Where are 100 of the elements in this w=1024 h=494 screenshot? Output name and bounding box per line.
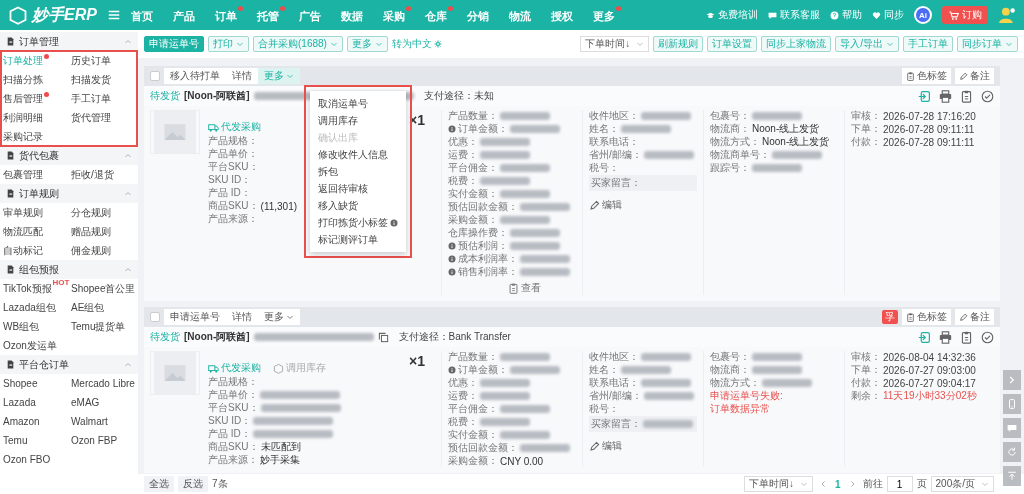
tag-button[interactable]: 备注 — [955, 309, 994, 325]
menu-item[interactable]: 标记测评订单 — [310, 231, 406, 248]
caret-icon — [981, 480, 989, 488]
sidebar-item[interactable]: 物流匹配 — [3, 222, 49, 241]
view-link[interactable]: 查看 — [508, 281, 576, 295]
sidebar-group-header[interactable]: 组包预报 — [0, 260, 138, 279]
floating-tool-button[interactable] — [1003, 394, 1021, 414]
field-label: 付款： — [851, 135, 881, 149]
sidebar-item[interactable]: 手工订单 — [71, 89, 117, 108]
field-label: 实付金额： — [448, 428, 498, 442]
caret-icon — [374, 40, 383, 48]
ai-badge[interactable]: Ai — [914, 6, 932, 24]
page-input[interactable]: 1 — [886, 476, 913, 492]
order-button[interactable]: 订购 — [942, 6, 988, 24]
sidebar-item[interactable]: 扫描发货 — [71, 70, 117, 89]
document-icon — [6, 265, 15, 274]
menu-item[interactable]: 返回待审核 — [310, 180, 406, 197]
sidebar-item[interactable]: Lazada — [3, 393, 42, 412]
sidebar-item[interactable]: AE组包 — [71, 298, 111, 317]
floating-tool-button[interactable] — [1003, 370, 1021, 390]
print-icon — [939, 89, 952, 103]
sidebar-group-header[interactable]: 平台仓订单 — [0, 355, 138, 374]
chat-icon — [768, 10, 777, 20]
sidebar-item[interactable]: 售后管理 — [3, 89, 49, 108]
sidebar-item[interactable]: Shopee首公里 — [71, 279, 138, 298]
field-label: SKU ID： — [208, 173, 252, 187]
menu-item[interactable]: 调用库存 — [310, 112, 406, 129]
hot-label: HOT — [52, 278, 70, 287]
time-value: 2026-07-27 09:03:00 — [883, 364, 976, 376]
floating-tool-button[interactable] — [1003, 418, 1021, 438]
sidebar-item[interactable]: Temu提货单 — [71, 317, 132, 336]
sidebar-item[interactable]: 审单规则 — [3, 203, 49, 222]
floating-tool-button[interactable] — [1003, 442, 1021, 462]
sort-select[interactable]: 下单时间↓ — [743, 476, 813, 492]
edit-link[interactable]: 编辑 — [589, 198, 697, 212]
caret-icon — [124, 265, 132, 274]
invert-selection-button[interactable]: 反选 — [178, 476, 208, 492]
sidebar-item[interactable]: 分仓规则 — [71, 203, 117, 222]
sidebar-group-header[interactable]: 订单规则 — [0, 184, 138, 203]
document-icon — [6, 189, 15, 198]
clipboard-icon — [960, 89, 973, 103]
menu-item[interactable]: 修改收件人信息 — [310, 146, 406, 163]
field-label: 平台SKU： — [208, 401, 259, 415]
checkbox[interactable] — [150, 312, 160, 322]
sidebar-item[interactable]: WB组包 — [3, 317, 46, 336]
store-name: [Noon-阿联酋] — [184, 330, 250, 344]
field-label: 产品规格： — [208, 134, 258, 148]
tag-button[interactable]: 备注 — [955, 68, 994, 84]
sidebar-item[interactable]: 扫描分拣 — [3, 70, 49, 89]
sidebar-item[interactable]: Amazon — [3, 412, 46, 431]
sort-select[interactable]: 下单时间↓ — [580, 36, 650, 52]
select-all-button[interactable]: 全选 — [144, 476, 174, 492]
caret-icon — [124, 37, 132, 46]
upload-icon — [1007, 471, 1017, 481]
tag-button[interactable]: 色标签 — [902, 309, 951, 325]
sidebar-item[interactable]: Ozon发运单 — [3, 336, 63, 355]
page-size-select[interactable]: 200条/页 — [930, 476, 994, 492]
sidebar-item[interactable]: Temu — [3, 431, 34, 450]
field-label: 联系电话： — [589, 376, 639, 390]
field-label: 税号： — [589, 161, 619, 175]
field-label: 产品规格： — [208, 375, 258, 389]
menu-item[interactable]: 拆包 — [310, 163, 406, 180]
sidebar-item[interactable]: Shopee — [3, 374, 44, 393]
menu-button[interactable] — [106, 8, 121, 22]
sidebar-item[interactable]: eMAG — [71, 393, 106, 412]
tag-button[interactable]: 色标签 — [902, 68, 951, 84]
sidebar-item[interactable]: 包裹管理 — [3, 165, 49, 184]
sidebar-item[interactable]: 赠品规则 — [71, 222, 117, 241]
sidebar-item[interactable]: 利润明细 — [3, 108, 49, 127]
edit-link[interactable]: 编辑 — [589, 439, 697, 453]
sidebar-item[interactable]: 拒收/退货 — [71, 165, 120, 184]
field-label: 商品SKU： — [208, 199, 259, 213]
field-label: 平台SKU： — [208, 160, 259, 174]
sidebar-item[interactable]: Walmart — [71, 412, 114, 431]
sidebar-item[interactable]: Lazada组包 — [3, 298, 62, 317]
field-label: 产品数量： — [448, 109, 498, 123]
error-text: 申请运单号失败: — [710, 389, 783, 403]
document-icon — [508, 282, 519, 294]
sidebar-item[interactable]: Ozon FBP — [71, 431, 124, 450]
menu-item[interactable]: 移入缺货 — [310, 197, 406, 214]
field-label: 付款： — [851, 376, 881, 390]
sidebar-item[interactable]: 自动标记 — [3, 241, 49, 260]
sidebar-item[interactable]: Mercado Libre — [71, 374, 138, 393]
heart-icon — [872, 10, 881, 20]
sidebar-item[interactable]: Ozon FBO — [3, 450, 57, 469]
help-icon — [830, 10, 839, 20]
sidebar-item[interactable]: 历史订单 — [71, 51, 117, 70]
field-label: 实付金额： — [448, 187, 498, 201]
time-value: 2026-07-28 09:11:11 — [883, 123, 975, 135]
floating-tool-button[interactable] — [1003, 466, 1021, 486]
sidebar-item[interactable]: 采购记录 — [3, 127, 49, 146]
tag-icon — [906, 312, 915, 322]
sidebar-item[interactable]: 货代管理 — [71, 108, 117, 127]
field-label: 省州/邮编： — [589, 389, 642, 403]
menu-item[interactable]: 取消运单号 — [310, 95, 406, 112]
menu-item[interactable]: 打印拣货小标签 — [310, 214, 406, 231]
checkbox[interactable] — [150, 71, 160, 81]
field-label: 订单金额： — [458, 122, 508, 136]
field-label: 产品来源： — [208, 453, 258, 467]
sidebar-item[interactable]: 佣金规则 — [71, 241, 117, 260]
